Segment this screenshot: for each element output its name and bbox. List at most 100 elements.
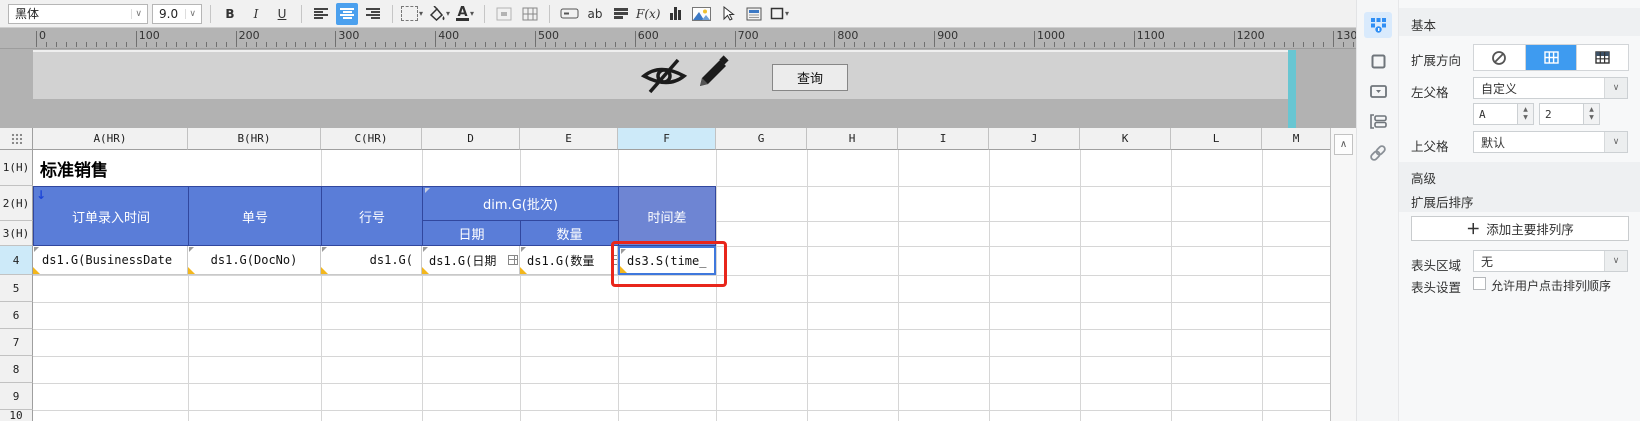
select-all-corner[interactable] <box>0 128 33 150</box>
underline-button[interactable]: U <box>271 3 293 25</box>
merge-cells-button[interactable] <box>493 3 515 25</box>
insert-report-block-button[interactable] <box>743 3 765 25</box>
row-header-6[interactable]: 6 <box>0 302 33 329</box>
expand-horizontal-button[interactable] <box>1577 45 1628 70</box>
vertical-scrollbar[interactable]: ∧ <box>1330 128 1356 421</box>
border-style-button[interactable]: ▾ <box>401 3 423 25</box>
report-title-cell[interactable]: 标准销售 <box>40 156 108 181</box>
align-left-button[interactable] <box>310 3 332 25</box>
row-header-8[interactable]: 8 <box>0 356 33 383</box>
expand-none-button[interactable] <box>1474 45 1526 70</box>
spin-down-icon: ▼ <box>1523 114 1528 121</box>
align-right-button[interactable] <box>362 3 384 25</box>
italic-button[interactable]: I <box>245 3 267 25</box>
header-cell-doc-no[interactable]: 单号 <box>188 186 322 246</box>
font-color-button[interactable]: A ▾ <box>454 3 476 25</box>
add-primary-sort-button[interactable]: ＋ 添加主要排列序 <box>1411 216 1629 241</box>
sort-after-expand-header[interactable]: 扩展后排序 <box>1411 192 1474 211</box>
insert-chart-button[interactable] <box>665 3 687 25</box>
insert-textbox-button[interactable] <box>558 3 580 25</box>
header-cell-line-no[interactable]: 行号 <box>321 186 423 246</box>
split-cells-button[interactable] <box>519 3 541 25</box>
square-outline-icon <box>1371 54 1385 68</box>
ruler-major-tick <box>1333 31 1335 47</box>
eye-slash-icon <box>640 58 688 94</box>
allow-sort-checkbox[interactable] <box>1473 277 1486 290</box>
insert-formula-button[interactable]: F(x) <box>636 3 660 25</box>
shape-icon <box>770 7 784 20</box>
row-header-2[interactable]: 2(H) <box>0 186 33 221</box>
column-header-m[interactable]: M <box>1262 128 1330 150</box>
font-family-select[interactable]: 黑体 ∨ <box>8 3 148 24</box>
ruler-minor-tick <box>844 42 846 47</box>
column-header-i[interactable]: I <box>898 128 989 150</box>
ruler-minor-tick <box>1213 42 1215 47</box>
cell-b4[interactable]: ds1.G(DocNo) <box>188 246 321 275</box>
ruler-minor-tick <box>1273 42 1275 47</box>
left-parent-select[interactable]: 自定义 ∨ <box>1473 77 1628 99</box>
query-button[interactable]: 查询 <box>772 64 848 91</box>
parent-row-input[interactable]: 2 <box>1539 103 1584 125</box>
gridline-vertical <box>898 150 899 421</box>
parent-column-spinner[interactable]: ▲ ▼ <box>1518 103 1534 125</box>
insert-image-button[interactable] <box>691 3 713 25</box>
insert-richtext-button[interactable] <box>610 3 632 25</box>
column-header-j[interactable]: J <box>989 128 1080 150</box>
header-cell-order-time[interactable]: 订单录入时间 <box>33 186 189 246</box>
column-header-d[interactable]: D <box>422 128 520 150</box>
up-parent-select[interactable]: 默认 ∨ <box>1473 131 1628 153</box>
column-header-g[interactable]: G <box>716 128 807 150</box>
column-header-f[interactable]: F <box>618 128 716 150</box>
cell-e4[interactable]: ds1.G(数量 <box>520 246 618 275</box>
scroll-up-button[interactable]: ∧ <box>1334 134 1353 155</box>
format-marker <box>520 267 527 274</box>
header-cell-dim-g[interactable]: dim.G(批次) <box>422 186 619 221</box>
row-header-3[interactable]: 3(H) <box>0 221 33 246</box>
cell-c4[interactable]: ds1.G( <box>321 246 422 275</box>
insert-text-button[interactable]: ab <box>584 3 606 25</box>
bold-button[interactable]: B <box>219 3 241 25</box>
parent-row-spinner[interactable]: ▲ ▼ <box>1584 103 1600 125</box>
header-cell-date[interactable]: 日期 <box>422 220 521 246</box>
column-header-e[interactable]: E <box>520 128 618 150</box>
condition-attributes-tab[interactable] <box>1364 108 1392 134</box>
font-size-select[interactable]: 9.0 ∨ <box>152 3 202 24</box>
row-header-9[interactable]: 9 <box>0 383 33 410</box>
row-header-7[interactable]: 7 <box>0 329 33 356</box>
cell-attributes-tab[interactable] <box>1364 12 1392 38</box>
insert-shape-button[interactable]: ▾ <box>769 3 791 25</box>
ruler-minor-tick <box>415 42 417 47</box>
header-cell-qty[interactable]: 数量 <box>520 220 619 246</box>
cell-element-tab[interactable] <box>1364 48 1392 74</box>
column-header-a[interactable]: A(HR) <box>33 128 188 150</box>
basic-section-header[interactable]: 基本 <box>1411 15 1436 34</box>
cell-d4[interactable]: ds1.G(日期 <box>422 246 520 275</box>
ruler-minor-tick <box>85 42 87 47</box>
expand-vertical-button[interactable] <box>1525 45 1578 70</box>
parent-column-input[interactable]: A <box>1473 103 1518 125</box>
row-header-1[interactable]: 1(H) <box>0 150 33 186</box>
column-header-k[interactable]: K <box>1080 128 1171 150</box>
row-header-10[interactable]: 10 <box>0 409 33 421</box>
cell-a4[interactable]: ds1.G(BusinessDate <box>33 246 188 275</box>
column-header-h[interactable]: H <box>807 128 898 150</box>
ruler-major-tick <box>1034 31 1035 47</box>
pointer-tool-button[interactable] <box>717 3 739 25</box>
cell-corner-marker <box>322 247 327 252</box>
chevron-up-icon: ∧ <box>1339 139 1348 150</box>
row-header-4[interactable]: 4 <box>0 246 33 275</box>
header-setting-label: 表头设置 <box>1411 280 1462 295</box>
column-header-c[interactable]: C(HR) <box>321 128 422 150</box>
advanced-section-header[interactable]: 高级 <box>1411 168 1436 187</box>
header-cell-time-diff[interactable]: 时间差 <box>618 186 716 246</box>
column-header-l[interactable]: L <box>1171 128 1262 150</box>
ruler-minor-tick <box>804 42 806 47</box>
row-header-5[interactable]: 5 <box>0 275 33 302</box>
fill-color-button[interactable]: ▾ <box>427 3 450 25</box>
widget-settings-tab[interactable] <box>1364 78 1392 104</box>
ruler-minor-tick <box>714 42 716 47</box>
header-area-select[interactable]: 无 ∨ <box>1473 250 1628 272</box>
column-header-b[interactable]: B(HR) <box>188 128 321 150</box>
align-center-button[interactable] <box>336 2 358 25</box>
hyperlink-tab[interactable] <box>1364 140 1392 166</box>
